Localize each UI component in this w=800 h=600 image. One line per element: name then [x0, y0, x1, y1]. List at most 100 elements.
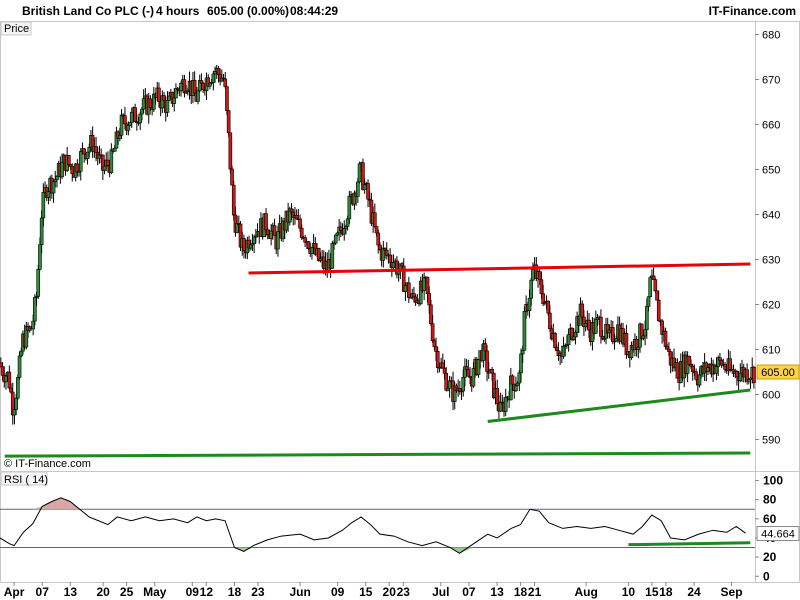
rsi-y-tick-label: 20 [763, 550, 777, 564]
rsi-y-tick-label: 80 [763, 493, 777, 507]
candle-body [553, 333, 557, 348]
candle-body [102, 165, 107, 171]
candle-body [299, 227, 304, 238]
candle-body [264, 213, 268, 231]
candle-body [38, 244, 42, 270]
last-price-label: 605.00 [761, 367, 795, 379]
candle-body [330, 243, 335, 269]
candle-body [228, 132, 233, 170]
candle-body [611, 327, 615, 342]
candle-body [483, 343, 488, 352]
candle-body [196, 90, 200, 102]
candle-body [357, 163, 362, 183]
candle-body [123, 115, 127, 125]
x-tick-label: 23 [397, 585, 411, 599]
candle-body [752, 366, 756, 383]
candle-body [441, 362, 445, 369]
rsi-y-tick-label: 60 [763, 512, 777, 526]
x-tick-label: 21 [528, 585, 542, 599]
candle-body [656, 299, 661, 322]
candle-body [148, 98, 153, 109]
price-y-tick-label: 660 [762, 120, 780, 132]
candle-body [33, 297, 37, 322]
candle-body [531, 269, 535, 281]
candle-body [356, 181, 360, 197]
candle-body [310, 247, 314, 254]
candle-body [539, 279, 544, 294]
candle-body [554, 347, 559, 351]
price-y-tick-label: 590 [762, 435, 780, 447]
candle-body [566, 334, 571, 346]
candle-body [388, 254, 392, 263]
candle-body [527, 297, 532, 311]
candle-body [248, 244, 253, 249]
candle-body [546, 300, 551, 314]
candle-body [165, 99, 170, 113]
copyright-label: © IT-Finance.com [4, 458, 91, 470]
x-tick-label: 13 [490, 585, 504, 599]
candle-body [378, 244, 382, 250]
rsi-last-value-label: 44.664 [761, 529, 795, 541]
price-change-label: 605.00 (0.00%) [207, 4, 290, 18]
candle-body [515, 382, 520, 387]
candle-body [422, 276, 426, 291]
candle-body [298, 218, 302, 229]
candle-body [690, 365, 695, 373]
candle-body [235, 223, 239, 233]
candle-body [265, 229, 270, 235]
candle-body [510, 375, 515, 385]
candle-body [435, 351, 440, 368]
candle-body [718, 357, 722, 361]
candle-body [7, 371, 12, 389]
candle-body [333, 234, 338, 244]
candle-body [655, 290, 659, 301]
candle-body [728, 358, 732, 370]
candle-body [697, 374, 702, 386]
x-tick-label: Jun [289, 585, 310, 599]
candle-body [17, 355, 22, 378]
candle-body [466, 369, 471, 377]
candle-body [179, 83, 183, 92]
brand-label: IT-Finance.com [708, 4, 796, 18]
candle-body [85, 151, 90, 159]
rsi-y-tick-label: 100 [763, 474, 783, 488]
x-tick-label: 18 [659, 585, 673, 599]
candle-body [213, 71, 217, 75]
candle-body [36, 268, 41, 297]
candle-body [653, 279, 658, 292]
candle-body [39, 217, 44, 246]
candle-body [520, 349, 525, 355]
candle-body [67, 155, 71, 165]
candle-body [112, 147, 117, 152]
candle-body [706, 367, 710, 372]
candle-body [230, 168, 234, 186]
candle-body [573, 332, 578, 338]
x-tick-label: 09 [186, 585, 200, 599]
candle-body [651, 275, 656, 280]
candle-body [192, 79, 197, 94]
candle-body [129, 111, 134, 123]
x-tick-label: 07 [36, 585, 50, 599]
chart-header: British Land Co PLC (-) 4 hours 605.00 (… [0, 0, 800, 21]
candle-body [157, 87, 161, 102]
price-y-tick-label: 640 [762, 210, 780, 222]
x-tick-label: May [143, 585, 167, 599]
candle-body [738, 372, 743, 381]
candle-body [675, 362, 680, 379]
price-y-tick-label: 680 [762, 30, 780, 42]
candle-body [269, 230, 273, 239]
candle-body [594, 319, 598, 334]
candle-body [347, 196, 352, 220]
candle-body [276, 231, 280, 250]
candle-body [471, 368, 476, 387]
candle-body [714, 366, 719, 374]
candle-body [665, 346, 670, 350]
candle-body [648, 277, 653, 298]
candle-body [138, 113, 143, 124]
candle-body [561, 346, 566, 357]
candle-body [514, 385, 518, 391]
candle-body [498, 401, 503, 412]
candle-body [687, 355, 692, 365]
candle-body [41, 192, 46, 219]
price-y-tick-label: 630 [762, 255, 780, 267]
